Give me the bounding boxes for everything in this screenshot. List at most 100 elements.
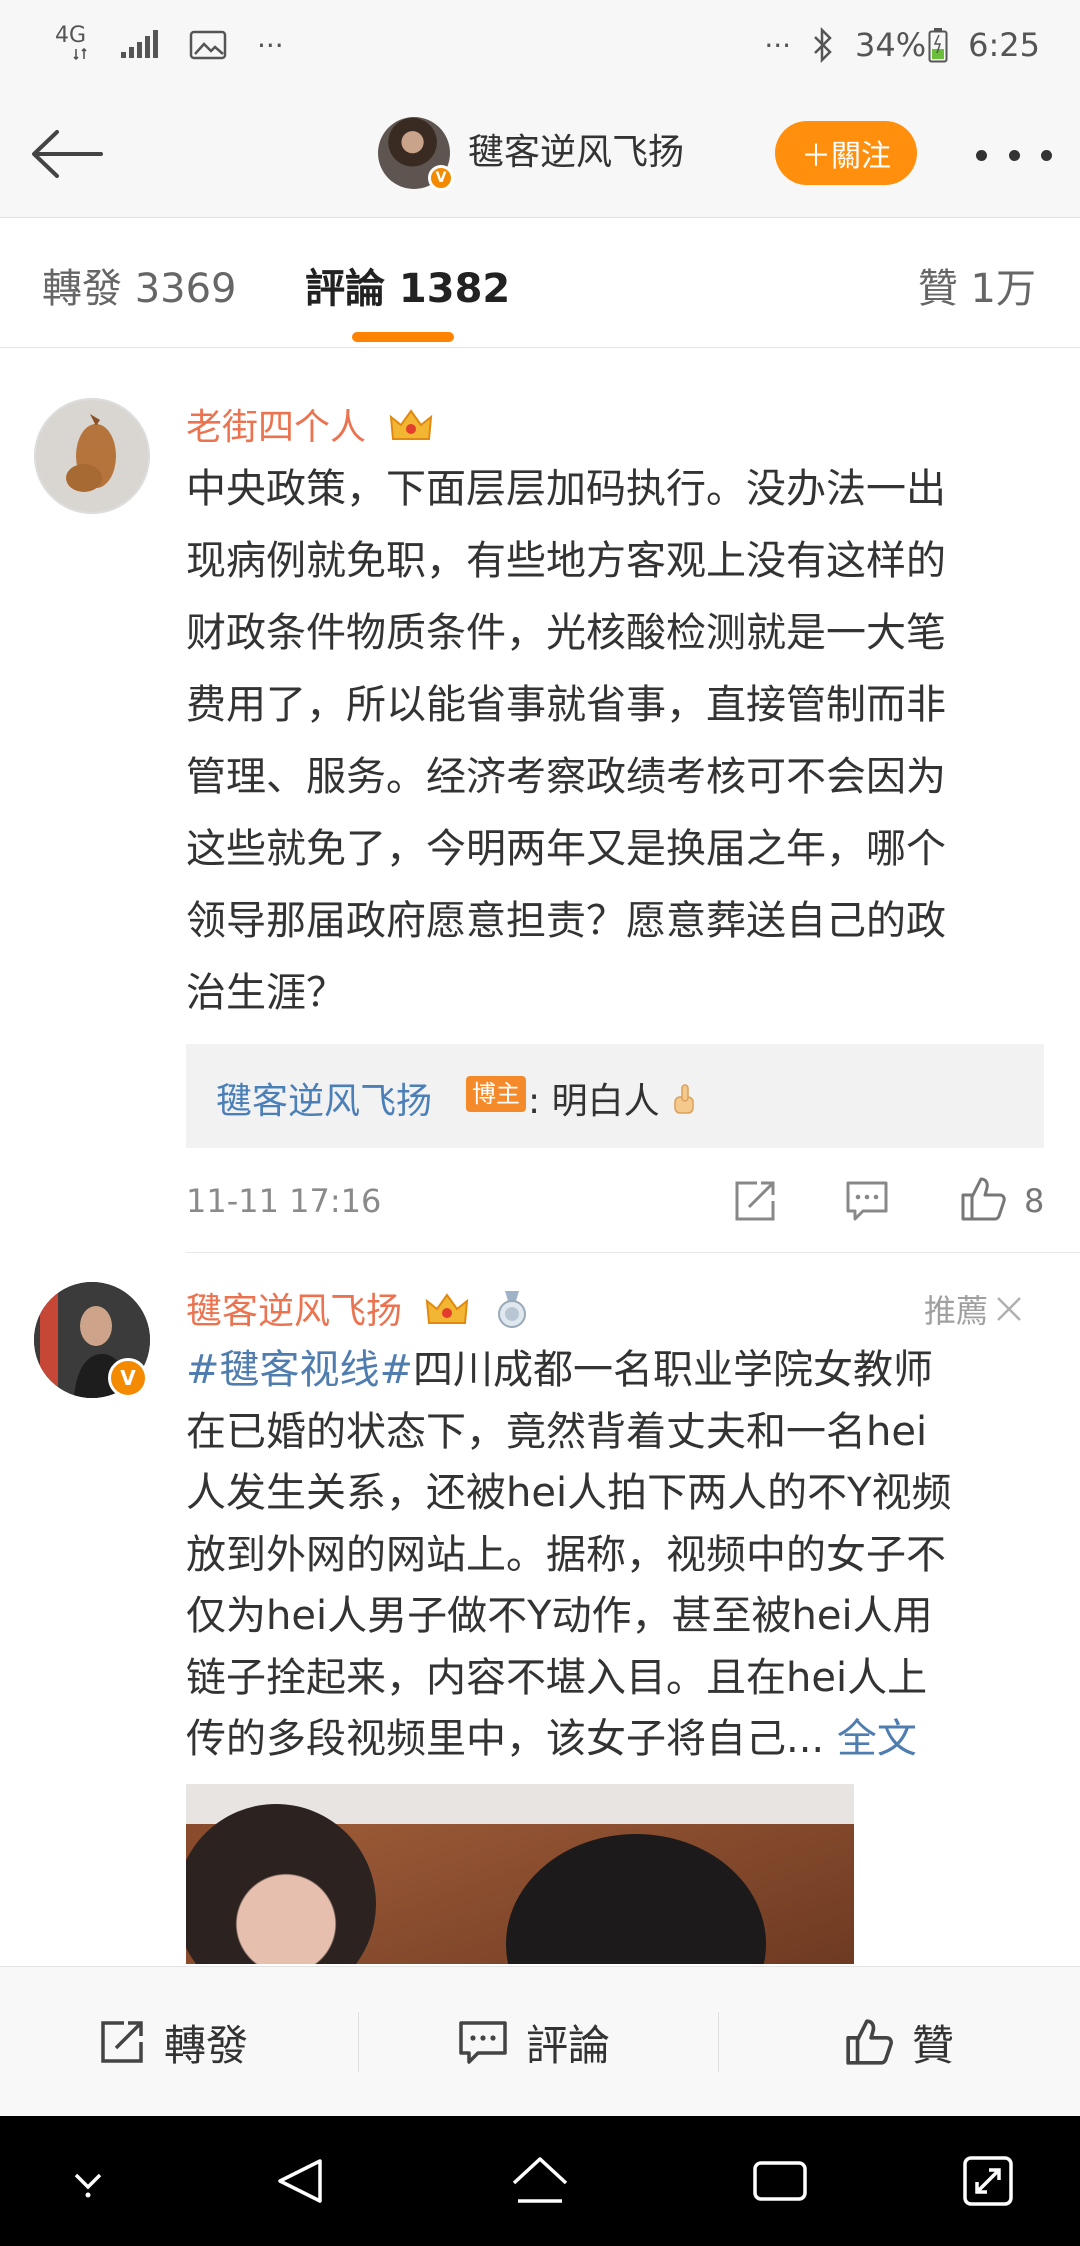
back-arrow-icon bbox=[32, 130, 103, 178]
reply-text: : 明白人 bbox=[528, 1072, 701, 1124]
recommended-post-text: #毽客视线#四川成都一名职业学院女教师 在已婚的状态下，竟然背着丈夫和一名hei… bbox=[186, 1340, 1056, 1771]
host-badge: 博主 bbox=[466, 1076, 526, 1112]
like-label: 贊 bbox=[912, 2020, 955, 2070]
post-image[interactable] bbox=[186, 1784, 854, 1964]
active-tab-indicator bbox=[352, 332, 454, 342]
gallery-icon bbox=[189, 30, 227, 60]
comment-icon bbox=[846, 1181, 888, 1221]
action-divider bbox=[718, 2012, 719, 2072]
crown-icon bbox=[390, 409, 433, 440]
topic-link[interactable]: #毽客视线# bbox=[186, 1347, 413, 1393]
reply-comment-button[interactable] bbox=[842, 1176, 892, 1226]
verified-badge-icon: V bbox=[108, 1358, 148, 1398]
fox-image bbox=[66, 414, 116, 492]
comment-text: 中央政策，下面层层加码执行。没办法一出 现病例就免职，有些地方客观上没有这样的 … bbox=[186, 464, 1046, 1018]
commenter-name-text: 老街四个人 bbox=[186, 407, 367, 448]
author-avatar[interactable]: V bbox=[378, 117, 454, 191]
share-icon bbox=[101, 2021, 143, 2063]
crown-icon bbox=[426, 1293, 469, 1324]
bluetooth-icon bbox=[814, 27, 832, 63]
verified-badge-icon: V bbox=[428, 165, 454, 191]
recommended-text: 推薦 bbox=[924, 1292, 989, 1330]
more-dot-icon bbox=[1008, 149, 1020, 161]
post-line: 仅为hei人男子做不Y动作，甚至被hei人用 bbox=[186, 1593, 933, 1639]
comment-line: 中央政策，下面层层加码执行。没办法一出 bbox=[186, 466, 946, 512]
like-button[interactable]: 贊 bbox=[844, 1967, 954, 2117]
data-arrows-icon bbox=[73, 47, 87, 61]
commenter-name[interactable]: 老街四个人 bbox=[186, 398, 433, 450]
tab-forward[interactable]: 轉發 3369 bbox=[42, 256, 237, 314]
status-more: ··· bbox=[764, 28, 792, 62]
comment-time: 11-11 17:16 bbox=[186, 1182, 382, 1220]
post-line-text: 四川成都一名职业学院女教师 bbox=[413, 1347, 934, 1393]
battery-percent: 34% bbox=[855, 26, 927, 64]
dismiss-icon[interactable] bbox=[994, 1294, 1024, 1324]
nav-back-button[interactable] bbox=[260, 2141, 340, 2221]
comment-icon bbox=[459, 2021, 507, 2064]
back-button[interactable] bbox=[24, 114, 108, 194]
share-icon bbox=[735, 1181, 775, 1221]
post-line: 在已婚的状态下，竟然背着丈夫和一名hei bbox=[186, 1408, 928, 1455]
network-label: 4G bbox=[55, 23, 87, 48]
recommended-author-name-text: 毽客逆风飞扬 bbox=[186, 1291, 403, 1332]
tab-likes[interactable]: 贊 1万 bbox=[918, 256, 1036, 314]
reply-text-body: : 明白人 bbox=[528, 1081, 660, 1122]
comment-line: 管理、服务。经济考察政绩考核可不会因为 bbox=[186, 754, 946, 800]
comment-line: 现病例就免职，有些地方客观上没有这样的 bbox=[186, 538, 946, 584]
comment-button[interactable]: 評論 bbox=[458, 1967, 610, 2117]
title-bar: V 毽客逆风飞扬 ＋關注 bbox=[0, 90, 1080, 218]
signal-icon bbox=[121, 30, 158, 58]
nav-expand-button[interactable] bbox=[948, 2141, 1028, 2221]
network-indicator: 4G bbox=[55, 25, 89, 65]
forward-label: 轉發 bbox=[164, 2020, 249, 2070]
home-icon bbox=[512, 2157, 568, 2203]
forward-comment-button[interactable] bbox=[730, 1176, 780, 1226]
chevron-down-icon bbox=[74, 2173, 102, 2198]
thumbs-up-emoji-icon bbox=[674, 1084, 694, 1114]
more-options-button[interactable] bbox=[976, 130, 1052, 180]
post-line: 链子拴起来，内容不堪入目。且在hei人上 bbox=[186, 1654, 928, 1701]
comment-line: 这些就免了，今明两年又是换届之年，哪个 bbox=[186, 826, 946, 872]
thumbs-up-icon bbox=[846, 2019, 893, 2065]
recents-icon bbox=[753, 2161, 807, 2201]
status-bar: 4G ··· ··· 34% 6:25 bbox=[0, 0, 1080, 90]
thumbs-up-icon bbox=[961, 1177, 1006, 1221]
medal-icon bbox=[497, 1291, 526, 1328]
more-dot-icon bbox=[1041, 149, 1052, 161]
hide-keyboard-button[interactable] bbox=[48, 2141, 128, 2221]
tab-bar: 轉發 3369 評論 1382 贊 1万 bbox=[0, 218, 1080, 348]
post-line: 传的多段视频里中，该女子将自己... 全文 bbox=[186, 1709, 1056, 1771]
system-nav-bar bbox=[0, 2116, 1080, 2246]
forward-button[interactable]: 轉發 bbox=[98, 1967, 248, 2117]
comment-label: 評論 bbox=[526, 2020, 611, 2070]
comment-divider bbox=[186, 1252, 1080, 1253]
triangle-back-icon bbox=[278, 2159, 322, 2203]
page-title[interactable]: 毽客逆风飞扬 bbox=[468, 123, 684, 175]
commenter-avatar[interactable] bbox=[34, 398, 150, 514]
clock: 6:25 bbox=[968, 26, 1040, 64]
post-line: 人发生关系，还被hei人拍下两人的不Y视频 bbox=[186, 1470, 952, 1516]
more-dot-icon bbox=[976, 149, 987, 161]
like-comment-button[interactable] bbox=[956, 1172, 1010, 1226]
nav-home-button[interactable] bbox=[500, 2141, 580, 2221]
tab-comments[interactable]: 評論 1382 bbox=[305, 256, 510, 314]
author-reply[interactable]: 毽客逆风飞扬 博主 : 明白人 bbox=[186, 1044, 1044, 1148]
nav-recents-button[interactable] bbox=[740, 2141, 820, 2221]
post-line: #毽客视线#四川成都一名职业学院女教师 bbox=[186, 1340, 1056, 1402]
follow-button[interactable]: ＋關注 bbox=[775, 121, 917, 185]
comment-line: 费用了，所以能省事就省事，直接管制而非 bbox=[186, 682, 946, 728]
reply-author-name[interactable]: 毽客逆风飞扬 bbox=[216, 1072, 432, 1124]
expand-icon bbox=[963, 2156, 1013, 2206]
recommended-label[interactable]: 推薦 bbox=[924, 1286, 1024, 1332]
comment-line: 领导那届政府愿意担责？愿意葬送自己的政 bbox=[186, 898, 946, 944]
recommended-author-name[interactable]: 毽客逆风飞扬 bbox=[186, 1282, 531, 1334]
post-line-text: 传的多段视频里中，该女子将自己... bbox=[186, 1716, 825, 1762]
notification-more: ··· bbox=[257, 28, 284, 62]
action-divider bbox=[358, 2012, 359, 2072]
comment-line: 治生涯？ bbox=[186, 970, 346, 1016]
bottom-action-bar: 轉發 評論 贊 bbox=[0, 1966, 1080, 2116]
comment-line: 财政条件物质条件，光核酸检测就是一大笔 bbox=[186, 610, 946, 656]
post-line: 放到外网的网站上。据称，视频中的女子不 bbox=[186, 1531, 946, 1578]
full-text-link[interactable]: 全文 bbox=[837, 1716, 917, 1762]
comment-like-count: 8 bbox=[1024, 1182, 1045, 1220]
